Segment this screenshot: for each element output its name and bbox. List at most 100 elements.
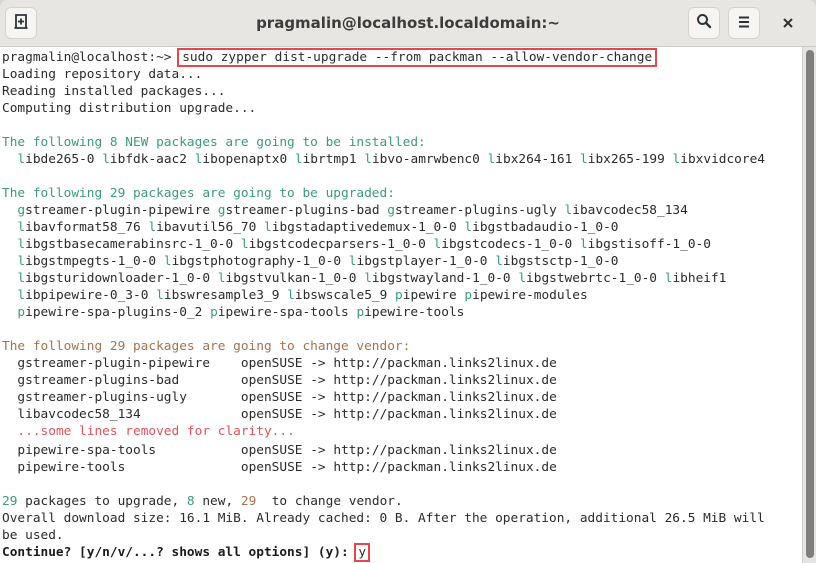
package-name: libgstphotography-1_0-0 <box>164 254 341 269</box>
menu-button[interactable] <box>728 7 760 39</box>
vendor-arrow: -> <box>310 356 326 371</box>
vendor-from: openSUSE <box>240 443 303 458</box>
command-line: pragmalin@localhost:~> sudo zypper dist-… <box>2 48 765 67</box>
new-packages-header: The following 8 NEW packages are going t… <box>2 135 426 150</box>
package-list-line: libgstbasecamerabinsrc-1_0-0 libgstcodec… <box>2 236 765 253</box>
package-rest: ibx265-199 <box>587 152 665 167</box>
package-initial: l <box>495 254 503 269</box>
package-list-line: libde265-0 libfdk-aac2 libopenaptx0 libr… <box>2 151 765 168</box>
upgrade-packages-header: The following 29 packages are going to b… <box>2 186 395 201</box>
package-name: pipewire-spa-tools <box>210 305 349 320</box>
download-line: be used. <box>2 527 765 544</box>
continue-line: Continue? [y/n/v/...? shows all options]… <box>2 543 765 562</box>
status-line: Reading installed packages... <box>2 83 765 100</box>
package-initial: l <box>518 271 527 286</box>
summary-line: 29 packages to upgrade, 8 new, 29 to cha… <box>2 493 765 510</box>
package-rest: ibavformat58_76 <box>25 220 141 235</box>
package-rest: ipewire-spa-plugins-0_2 <box>25 305 203 320</box>
package-name: libx264-161 <box>488 152 573 167</box>
package-initial: l <box>580 152 588 167</box>
package-name: gstreamer-plugin-pipewire <box>17 203 210 218</box>
package-rest: ibrtmp1 <box>302 152 357 167</box>
package-name: libgstsctp-1_0-0 <box>495 254 618 269</box>
package-name: gstreamer-plugins-bad <box>218 203 380 218</box>
package-initial: p <box>17 305 26 320</box>
status-text: Reading installed packages... <box>2 84 226 99</box>
package-name: libgstcodecparsers-1_0-0 <box>241 237 426 252</box>
package-rest: ibgstbadaudio-1_0-0 <box>472 220 619 235</box>
package-name: libgstplayer-1_0-0 <box>349 254 488 269</box>
package-name: libopenaptx0 <box>195 152 287 167</box>
package-rest: ibgstvulkan-1_0-0 <box>225 271 357 286</box>
summary-text: to change vendor. <box>256 494 403 509</box>
package-rest: ibgstmpegts-1_0-0 <box>25 254 157 269</box>
package-name: libavcodec58_134 <box>565 203 688 218</box>
continue-prompt: Continue? [y/n/v/...? shows all options]… <box>2 545 357 560</box>
package-rest: ibswscale5_9 <box>294 288 388 303</box>
vendor-arrow: -> <box>310 407 326 422</box>
package-rest: ibde265-0 <box>25 152 95 167</box>
vendor-row: pipewire-spa-tools openSUSE -> http://pa… <box>2 442 765 459</box>
package-name: libgstwebrtc-1_0-0 <box>518 271 657 286</box>
package-list-line: libgsturidownloader-1_0-0 libgstvulkan-1… <box>2 270 765 287</box>
package-name: libavutil56_70 <box>148 220 256 235</box>
vendor-package: libavcodec58_134 <box>17 407 241 422</box>
package-initial: l <box>17 288 26 303</box>
vendor-to: http://packman.links2linux.de <box>333 443 557 458</box>
vendor-row: gstreamer-plugin-pipewire openSUSE -> ht… <box>2 355 765 372</box>
vendor-from: openSUSE <box>240 356 303 371</box>
vendor-package: gstreamer-plugins-bad <box>17 373 241 388</box>
package-name: libde265-0 <box>17 152 94 167</box>
package-initial: l <box>287 288 295 303</box>
search-button[interactable] <box>688 7 720 39</box>
package-rest: ibgstisoff-1_0-0 <box>587 237 711 252</box>
package-initial: l <box>294 152 303 167</box>
package-initial: l <box>17 220 26 235</box>
scrollbar[interactable] <box>802 47 816 563</box>
vendor-from: openSUSE <box>240 373 303 388</box>
package-rest: ibvo-amrwbenc0 <box>371 152 480 167</box>
package-list-line: libpipewire-0_3-0 libswresample3_9 libsw… <box>2 287 765 304</box>
user-answer[interactable]: y <box>354 543 371 562</box>
vendor-arrow: -> <box>310 443 326 458</box>
package-name: libgstvulkan-1_0-0 <box>218 271 357 286</box>
package-name: libgstmpegts-1_0-0 <box>17 254 156 269</box>
package-initial: l <box>17 152 26 167</box>
package-name: libx265-199 <box>580 152 665 167</box>
close-button[interactable] <box>772 7 804 39</box>
package-list-line: pipewire-spa-plugins-0_2 pipewire-spa-to… <box>2 304 765 321</box>
package-rest: ipewire-tools <box>364 305 465 320</box>
package-rest: ibgstadaptivedemux-1_0-0 <box>271 220 457 235</box>
package-initial: l <box>102 152 110 167</box>
package-initial: l <box>464 220 473 235</box>
package-name: librtmp1 <box>295 152 357 167</box>
package-rest: ibavcodec58_134 <box>572 203 688 218</box>
package-name: libgstwayland-1_0-0 <box>364 271 510 286</box>
vendor-to: http://packman.links2linux.de <box>333 460 557 475</box>
package-initial: l <box>240 237 249 252</box>
new-tab-button[interactable] <box>5 7 37 39</box>
package-list-line: libgstmpegts-1_0-0 libgstphotography-1_0… <box>2 253 765 270</box>
package-rest: ibgstwebrtc-1_0-0 <box>526 271 658 286</box>
scrollbar-thumb[interactable] <box>806 50 814 558</box>
vendor-count: 29 <box>240 494 257 509</box>
removed-note-line: ...some lines removed for clarity... <box>2 423 765 440</box>
vendor-row: gstreamer-plugins-ugly openSUSE -> http:… <box>2 389 765 406</box>
package-name: libswscale5_9 <box>287 288 387 303</box>
package-name: libgstcodecs-1_0-0 <box>434 237 573 252</box>
terminal-area[interactable]: pragmalin@localhost:~> sudo zypper dist-… <box>0 47 802 563</box>
package-rest: streamer-plugins-ugly <box>395 203 557 218</box>
package-initial: l <box>579 237 588 252</box>
package-rest: ibgstsctp-1_0-0 <box>502 254 619 269</box>
package-initial: l <box>17 271 26 286</box>
summary-text: packages to upgrade, <box>17 494 187 509</box>
package-initial: l <box>348 254 357 269</box>
package-rest: ipewire-spa-tools <box>217 305 349 320</box>
vendor-from: openSUSE <box>240 390 303 405</box>
close-icon <box>782 14 794 33</box>
package-name: gstreamer-plugins-ugly <box>387 203 557 218</box>
package-name: libswresample3_9 <box>156 288 279 303</box>
package-initial: p <box>464 288 473 303</box>
command-text: sudo zypper dist-upgrade --from packman … <box>177 48 658 67</box>
